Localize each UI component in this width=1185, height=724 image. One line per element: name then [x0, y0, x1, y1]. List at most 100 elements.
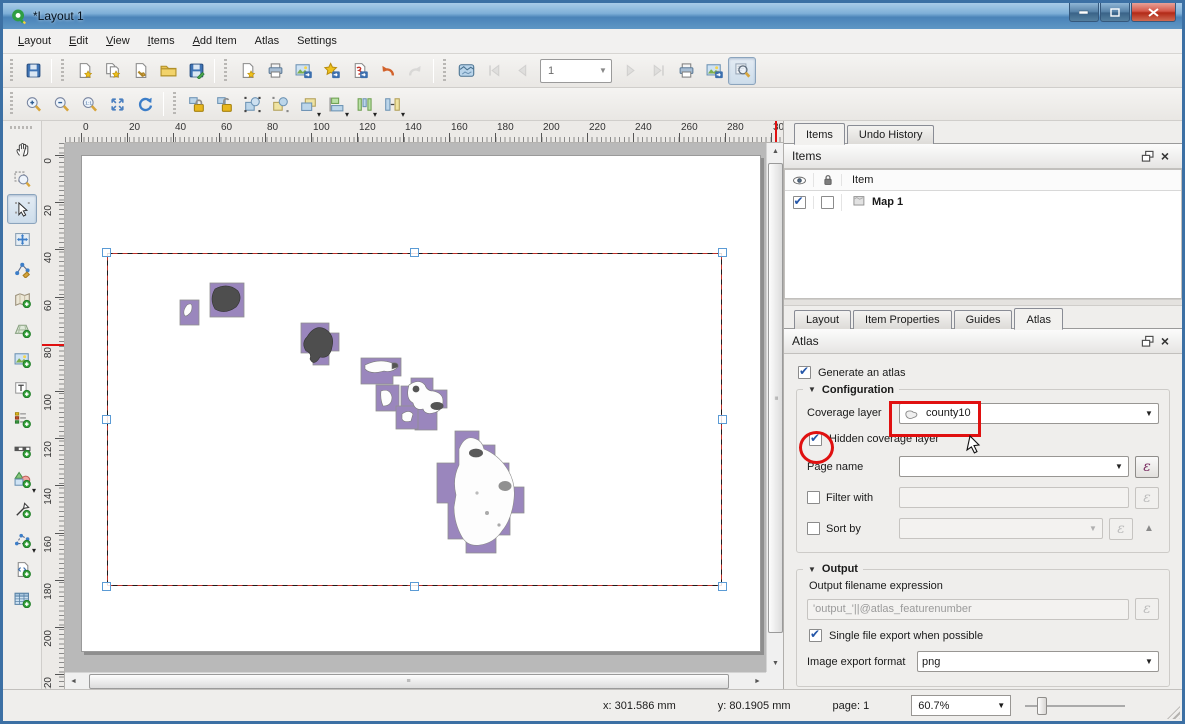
close-button[interactable] [1131, 3, 1176, 22]
hidden-coverage-checkbox[interactable] [809, 433, 822, 446]
visibility-checkbox[interactable] [793, 196, 806, 209]
toolbar-grip[interactable] [222, 59, 230, 83]
toolbar-grip[interactable] [8, 59, 16, 83]
add-scalebar-button[interactable] [7, 434, 37, 464]
toolbar-grip[interactable] [8, 92, 16, 116]
edit-nodes-item-button[interactable] [7, 254, 37, 284]
add-html-button[interactable] [7, 554, 37, 584]
filename-expression-button[interactable]: ε [1135, 598, 1159, 620]
scroll-down-icon[interactable]: ▼ [767, 655, 784, 672]
add-node-item-button[interactable]: ▾ [7, 524, 37, 554]
zoom-out-button[interactable] [47, 90, 75, 118]
sort-by-combo[interactable]: ▼ [899, 518, 1103, 539]
image-format-combo[interactable]: png ▼ [917, 651, 1159, 672]
page-name-expression-button[interactable]: ε [1135, 456, 1159, 478]
align-items-button[interactable]: ▾ [322, 90, 350, 118]
scroll-right-icon[interactable]: ► [749, 673, 766, 690]
print-atlas-button[interactable] [672, 57, 700, 85]
export-image-button[interactable] [289, 57, 317, 85]
sort-by-checkbox[interactable] [807, 522, 820, 535]
atlas-feature-combo[interactable]: 1▼ [540, 59, 612, 83]
close-panel-icon[interactable]: × [1156, 147, 1174, 165]
lock-items-button[interactable] [182, 90, 210, 118]
ungroup-items-button[interactable] [266, 90, 294, 118]
layout-canvas[interactable] [65, 143, 766, 672]
page-name-combo[interactable]: ▼ [899, 456, 1129, 477]
resize-items-button[interactable]: ▾ [378, 90, 406, 118]
window-resize-grip[interactable] [1167, 706, 1180, 719]
distribute-items-button[interactable]: ▾ [350, 90, 378, 118]
resize-handle-se[interactable] [718, 582, 727, 591]
float-panel-icon[interactable] [1138, 147, 1156, 165]
layout-page[interactable] [81, 155, 761, 652]
add-3d-map-button[interactable] [7, 314, 37, 344]
menu-view[interactable]: View [97, 31, 139, 51]
dock-splitter[interactable] [784, 299, 1182, 306]
add-arrow-button[interactable] [7, 494, 37, 524]
sort-expression-button[interactable]: ε [1109, 518, 1133, 540]
export-svg-button[interactable] [317, 57, 345, 85]
output-filename-input[interactable]: 'output_'||@atlas_featurenumber [807, 599, 1129, 620]
redo-button[interactable] [401, 57, 429, 85]
print-layout-button[interactable] [261, 57, 289, 85]
toolbar-grip[interactable] [171, 92, 179, 116]
save-project-button[interactable] [19, 57, 47, 85]
raise-items-button[interactable]: ▾ [294, 90, 322, 118]
next-feature-button[interactable] [616, 57, 644, 85]
items-list-row-map1[interactable]: Map 1 [785, 191, 1181, 213]
props-tab-guides[interactable]: Guides [954, 310, 1013, 329]
maximize-button[interactable] [1100, 3, 1130, 22]
previous-feature-button[interactable] [508, 57, 536, 85]
dock-tab-undo-history[interactable]: Undo History [847, 125, 935, 144]
resize-handle-nw[interactable] [102, 248, 111, 257]
single-file-checkbox[interactable] [809, 629, 822, 642]
scroll-left-icon[interactable]: ◄ [65, 673, 82, 690]
canvas-horizontal-scrollbar[interactable]: ◄ ≡ ► [65, 672, 766, 689]
menu-atlas[interactable]: Atlas [246, 31, 288, 51]
zoom-tool-button[interactable] [7, 164, 37, 194]
filter-with-input[interactable] [899, 487, 1129, 508]
unlock-items-button[interactable] [210, 90, 238, 118]
zoom-in-button[interactable] [19, 90, 47, 118]
canvas-vertical-scrollbar[interactable]: ▲ ≡ ▼ [766, 143, 783, 672]
resize-handle-ne[interactable] [718, 248, 727, 257]
menu-add-item[interactable]: Add Item [184, 31, 246, 51]
props-tab-layout[interactable]: Layout [794, 310, 851, 329]
select-move-item-button[interactable] [7, 194, 37, 224]
resize-handle-sw[interactable] [102, 582, 111, 591]
group-items-button[interactable] [238, 90, 266, 118]
configuration-group-header[interactable]: ▼ Configuration [803, 384, 899, 396]
zoom-slider[interactable] [1025, 696, 1125, 716]
new-layout-button[interactable] [70, 57, 98, 85]
add-label-button[interactable] [7, 374, 37, 404]
zoom-level-combo[interactable]: 60.7% ▼ [911, 695, 1011, 716]
output-group-header[interactable]: ▼ Output [803, 563, 863, 575]
lock-checkbox[interactable] [821, 196, 834, 209]
props-tab-atlas[interactable]: Atlas [1014, 308, 1062, 330]
add-attribute-table-button[interactable] [7, 584, 37, 614]
toolbar-grip[interactable] [59, 59, 67, 83]
resize-handle-s[interactable] [410, 582, 419, 591]
last-feature-button[interactable] [644, 57, 672, 85]
export-pdf-button[interactable] [345, 57, 373, 85]
export-atlas-button[interactable] [700, 57, 728, 85]
pan-button[interactable] [7, 134, 37, 164]
duplicate-layout-button[interactable] [98, 57, 126, 85]
zoom-full-button[interactable] [103, 90, 131, 118]
menu-items[interactable]: Items [139, 31, 184, 51]
resize-handle-e[interactable] [718, 415, 727, 424]
menu-layout[interactable]: Layout [9, 31, 60, 51]
scroll-up-icon[interactable]: ▲ [767, 143, 784, 160]
add-map-button[interactable] [7, 284, 37, 314]
map-item[interactable] [107, 253, 722, 586]
sort-ascending-icon[interactable]: ▲ [1139, 518, 1159, 540]
generate-atlas-checkbox[interactable] [798, 366, 811, 379]
toolbar-grip[interactable] [10, 123, 34, 131]
dock-tab-items[interactable]: Items [794, 123, 845, 145]
menu-settings[interactable]: Settings [288, 31, 346, 51]
menu-edit[interactable]: Edit [60, 31, 97, 51]
props-tab-item-properties[interactable]: Item Properties [853, 310, 952, 329]
resize-handle-n[interactable] [410, 248, 419, 257]
preview-atlas-button[interactable] [452, 57, 480, 85]
atlas-settings-button[interactable] [728, 57, 756, 85]
